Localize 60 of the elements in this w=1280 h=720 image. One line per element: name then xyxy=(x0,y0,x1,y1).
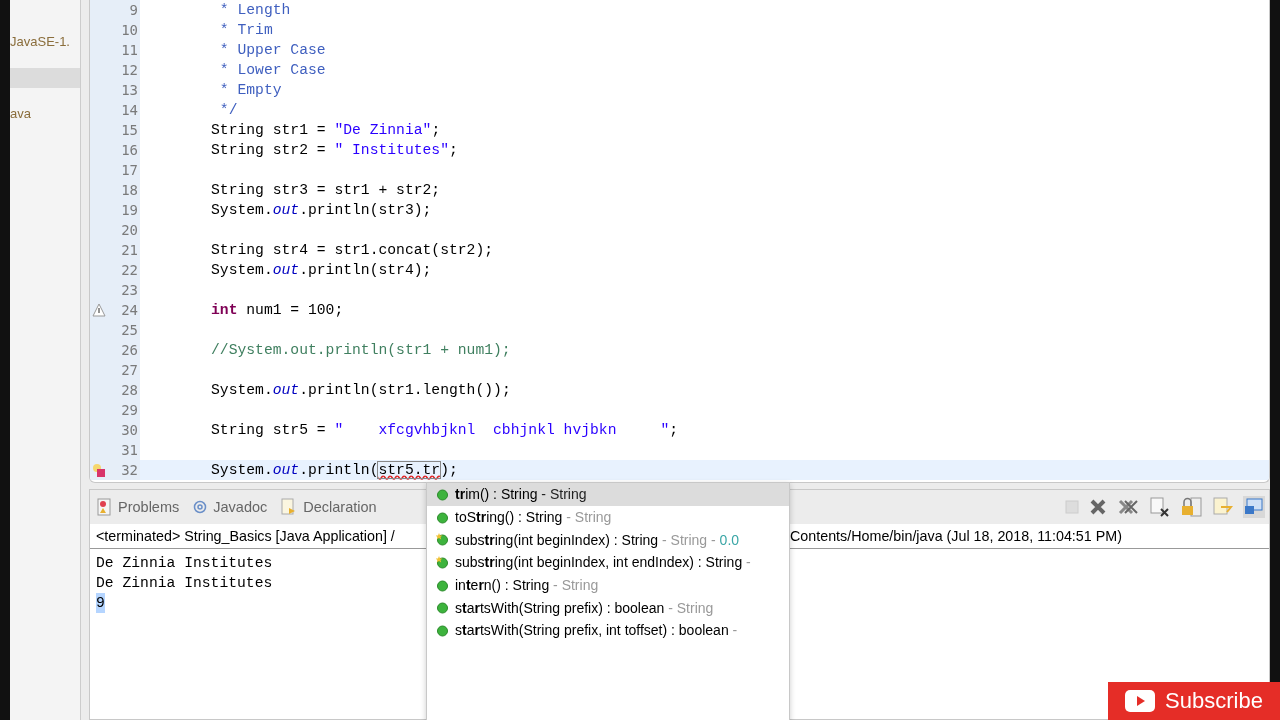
line-number: 18 xyxy=(121,182,139,198)
console-output-line: De Zinnia Institutes xyxy=(96,574,273,593)
console-process-path: Contents/Home/bin/java (Jul 18, 2018, 11:04:51 PM) xyxy=(790,528,1122,544)
line-number: 16 xyxy=(121,142,139,158)
completion-item[interactable]: intern() : String - String xyxy=(427,573,789,597)
code-editor[interactable] xyxy=(89,0,1270,483)
line-number: 10 xyxy=(121,22,139,38)
line-number: 28 xyxy=(121,382,139,398)
starred-method-icon xyxy=(436,533,449,547)
console-process-label: <terminated> String_Basics [Java Application] / xyxy=(96,528,395,544)
line-number: 19 xyxy=(121,202,139,218)
console-output-line: De Zinnia Institutes xyxy=(96,554,273,573)
line-number: 24 xyxy=(121,302,139,318)
close-icon[interactable] xyxy=(1089,498,1107,516)
line-number: 11 xyxy=(121,42,139,58)
line-number: 15 xyxy=(121,122,139,138)
line-number: 25 xyxy=(121,322,139,338)
problems-icon xyxy=(96,498,112,516)
method-icon xyxy=(436,601,449,615)
view-tab[interactable]: Problems xyxy=(96,498,180,516)
pin-console-icon[interactable] xyxy=(1213,497,1233,517)
completion-item[interactable]: trim() : String - String xyxy=(427,483,789,506)
lock-icon[interactable] xyxy=(1181,497,1203,517)
line-number: 13 xyxy=(121,82,139,98)
completion-item[interactable]: substring(int beginIndex, int endIndex) : String - xyxy=(427,551,789,574)
play-icon xyxy=(1125,690,1156,712)
completion-item[interactable]: startsWith(String prefix) : boolean - String xyxy=(427,596,789,620)
completion-item[interactable]: startsWith(String prefix, int toffset) : boolean - xyxy=(427,619,789,642)
line-number: 20 xyxy=(121,222,139,238)
completion-item[interactable]: substring(int beginIndex) : String - String - 0.0 xyxy=(427,528,789,552)
view-tab[interactable]: Javadoc xyxy=(193,499,268,515)
tab-label: Javadoc xyxy=(213,499,268,515)
method-icon xyxy=(436,510,449,524)
method-icon xyxy=(436,487,449,501)
display-console-icon[interactable] xyxy=(1243,496,1265,518)
line-number: 30 xyxy=(121,422,139,438)
completion-item[interactable]: toString() : String - String xyxy=(427,505,789,529)
tree-item[interactable]: JavaSE-1. xyxy=(10,32,80,52)
line-number: 26 xyxy=(121,342,139,358)
line-number: 32 xyxy=(121,462,139,478)
starred-method-icon xyxy=(436,555,449,569)
subscribe-button[interactable]: Subscribe xyxy=(1108,682,1280,720)
line-number: 14 xyxy=(121,102,139,118)
line-number: 23 xyxy=(121,282,139,298)
line-number: 29 xyxy=(121,402,139,418)
view-tab[interactable]: Declaration xyxy=(281,498,377,516)
tab-label: Problems xyxy=(118,499,180,515)
close-all-icon[interactable] xyxy=(1117,498,1139,516)
tree-item[interactable]: ava xyxy=(10,104,80,124)
line-number: 17 xyxy=(121,162,139,178)
method-icon xyxy=(436,623,449,637)
line-number: 22 xyxy=(121,262,139,278)
line-number: 21 xyxy=(121,242,139,258)
tab-label: Declaration xyxy=(303,499,377,515)
method-icon xyxy=(436,578,449,592)
line-number: 9 xyxy=(129,2,139,18)
line-number: 31 xyxy=(121,442,139,458)
line-number: 12 xyxy=(121,62,139,78)
line-number: 27 xyxy=(121,362,139,378)
clear-console-icon[interactable] xyxy=(1149,497,1171,517)
